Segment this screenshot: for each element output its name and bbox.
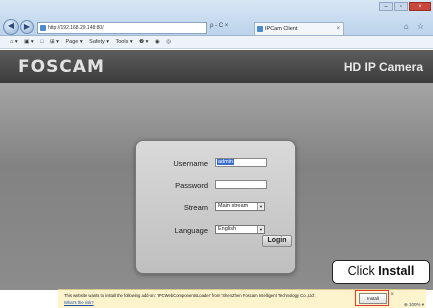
chevron-down-icon: ▼ <box>257 203 264 210</box>
chevron-down-icon: ▼ <box>257 226 264 233</box>
research-icon[interactable]: ◉ <box>155 39 160 45</box>
feeds-menu[interactable]: ▣ ▾ <box>24 39 34 45</box>
stream-label: Stream <box>183 203 208 212</box>
back-arrow-icon: ◀ <box>7 21 15 30</box>
risk-link[interactable]: What's the risk? <box>64 300 94 305</box>
password-label: Password <box>175 181 208 190</box>
addon-icon[interactable]: ◎ <box>166 39 171 45</box>
back-button[interactable]: ◀ <box>3 19 19 35</box>
product-title: HD IP Camera <box>343 60 423 74</box>
instruction-callout: Click Install <box>332 260 430 284</box>
help-menu[interactable]: ❷ ▾ <box>139 39 148 45</box>
stream-select[interactable]: Main stream ▼ <box>215 202 265 211</box>
username-label: Username <box>173 159 208 168</box>
username-input[interactable]: admin <box>215 158 267 167</box>
tab-ipcam-client[interactable]: IPCam Client × <box>254 22 344 35</box>
browser-titlebar: ◀ ▶ http://192.168.29.148:80/ ρ - C × IP… <box>0 0 433 36</box>
callout-prefix: Click <box>347 264 379 278</box>
tab-favicon-icon <box>257 26 263 32</box>
notification-close-icon[interactable]: × <box>390 292 394 298</box>
language-select[interactable]: English ▼ <box>215 225 265 234</box>
notification-message: This website wants to install the follow… <box>64 293 316 298</box>
login-panel: Username admin Password Stream Main stre… <box>135 140 296 274</box>
tab-close-icon[interactable]: × <box>336 23 340 35</box>
stream-row: Stream Main stream ▼ <box>136 202 297 214</box>
tab-title: IPCam Client <box>265 26 298 32</box>
password-input[interactable] <box>215 180 267 189</box>
home-favorites-icons[interactable]: ⌂ ☆ <box>404 22 427 31</box>
username-row: Username admin <box>136 158 297 170</box>
web-page: FOSCAM HD IP Camera Username admin Passw… <box>0 50 433 290</box>
minimize-button[interactable]: – <box>379 2 393 11</box>
zoom-level[interactable]: ⊕ 100% ▾ <box>404 302 424 308</box>
login-button[interactable]: Login <box>262 235 292 247</box>
page-header: FOSCAM HD IP Camera <box>0 50 433 83</box>
tools-menu[interactable]: Tools ▾ <box>115 39 132 45</box>
mail-menu[interactable]: □ <box>40 39 43 45</box>
address-text: http://192.168.29.148:80/ <box>48 25 104 31</box>
foscam-logo: FOSCAM <box>18 57 105 77</box>
print-menu[interactable]: ⊞ ▾ <box>50 39 59 45</box>
safety-menu[interactable]: Safety ▾ <box>89 39 109 45</box>
page-menu[interactable]: Page ▾ <box>65 39 82 45</box>
password-row: Password <box>136 180 297 192</box>
language-label: Language <box>174 226 208 235</box>
close-window-button[interactable]: × <box>409 2 431 11</box>
window-controls: – ▫ × <box>379 2 431 11</box>
home-menu[interactable]: ⌂ ▾ <box>10 39 18 45</box>
maximize-button[interactable]: ▫ <box>394 2 408 11</box>
callout-action: Install <box>378 264 415 278</box>
address-bar[interactable]: http://192.168.29.148:80/ <box>37 22 207 34</box>
forward-arrow-icon: ▶ <box>23 22 31 31</box>
address-tools[interactable]: ρ - C × <box>210 23 228 29</box>
forward-button[interactable]: ▶ <box>20 20 34 34</box>
site-favicon-icon <box>40 25 46 31</box>
command-bar: ⌂ ▾ ▣ ▾ □ ⊞ ▾ Page ▾ Safety ▾ Tools ▾ ❷ … <box>0 36 433 49</box>
install-highlight <box>355 290 389 306</box>
